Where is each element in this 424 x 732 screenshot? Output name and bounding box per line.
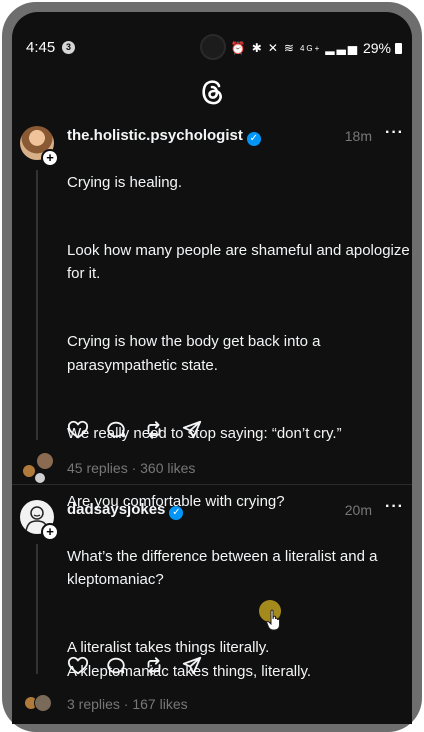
more-options-icon[interactable]: ··· [385, 124, 404, 142]
mute-icon: ✕ [267, 41, 280, 55]
battery-icon [395, 42, 402, 54]
post-paragraph: Crying is how the body get back into a p… [67, 333, 321, 374]
share-send-icon[interactable] [181, 419, 203, 441]
alarm-icon: ⏰ [230, 41, 248, 55]
post-username[interactable]: dadsaysjokes [67, 501, 165, 518]
share-send-icon[interactable] [181, 655, 203, 677]
post-username-row[interactable]: dadsaysjokes ✓ [67, 501, 184, 520]
signal-icon: ▂▃▅ [325, 41, 359, 55]
post-actions [67, 655, 203, 677]
wifi-icon: ≋ [283, 41, 296, 55]
post-username[interactable]: the.holistic.psychologist [67, 127, 243, 144]
replier-avatar [36, 452, 54, 470]
phone-frame: 4:45 3 ⏰ ✱ ✕ ≋ 4G+ ▂▃▅ 29% + the.holisti… [2, 2, 422, 732]
post-stats[interactable]: 45 replies · 360 likes [67, 460, 195, 476]
follow-add-icon[interactable]: + [41, 149, 59, 167]
replier-avatar [34, 694, 52, 712]
thread-post[interactable]: + the.holistic.psychologist ✓ 18m ··· Cry… [12, 124, 412, 510]
notification-count-badge: 3 [62, 41, 75, 54]
post-actions [67, 419, 203, 441]
network-label: 4G+ [299, 43, 322, 53]
post-body: What’s the difference between a literali… [67, 521, 387, 707]
post-body: Crying is healing. Look how many people … [67, 147, 412, 537]
hand-cursor-icon [266, 609, 280, 631]
replier-avatar [34, 472, 46, 484]
thread-line [36, 544, 38, 674]
status-time: 4:45 [26, 39, 56, 56]
post-paragraph: Look how many people are shameful and ap… [67, 241, 410, 283]
status-icons: ⏰ ✱ ✕ ≋ 4G+ ▂▃▅ 29% [231, 40, 402, 56]
post-paragraph: What’s the difference between a literali… [67, 547, 378, 589]
reply-comment-icon[interactable] [105, 655, 127, 677]
repost-icon[interactable] [143, 655, 165, 677]
post-timestamp: 18m [344, 128, 372, 144]
post-username-row[interactable]: the.holistic.psychologist ✓ [67, 127, 261, 146]
threads-logo-icon[interactable] [198, 76, 226, 108]
more-options-icon[interactable]: ··· [385, 498, 404, 516]
post-divider [12, 484, 412, 485]
follow-add-icon[interactable]: + [41, 523, 59, 541]
thread-post[interactable]: + dadsaysjokes ✓ 20m ··· What’s the diffe… [12, 498, 412, 724]
battery-percent: 29% [362, 40, 391, 56]
like-heart-icon[interactable] [67, 655, 89, 677]
post-timestamp: 20m [344, 502, 372, 518]
thread-line [36, 170, 38, 440]
screen: 4:45 3 ⏰ ✱ ✕ ≋ 4G+ ▂▃▅ 29% + the.holisti… [12, 12, 412, 724]
like-heart-icon[interactable] [67, 419, 89, 441]
front-camera [200, 34, 226, 60]
verified-badge-icon: ✓ [169, 506, 184, 520]
repost-icon[interactable] [143, 419, 165, 441]
post-stats[interactable]: 3 replies · 167 likes [67, 696, 188, 712]
status-bar: 4:45 3 ⏰ ✱ ✕ ≋ 4G+ ▂▃▅ 29% [12, 12, 412, 60]
bluetooth-icon: ✱ [251, 41, 264, 55]
post-paragraph: Crying is healing. [67, 173, 183, 191]
verified-badge-icon: ✓ [246, 132, 261, 146]
reply-comment-icon[interactable] [105, 419, 127, 441]
